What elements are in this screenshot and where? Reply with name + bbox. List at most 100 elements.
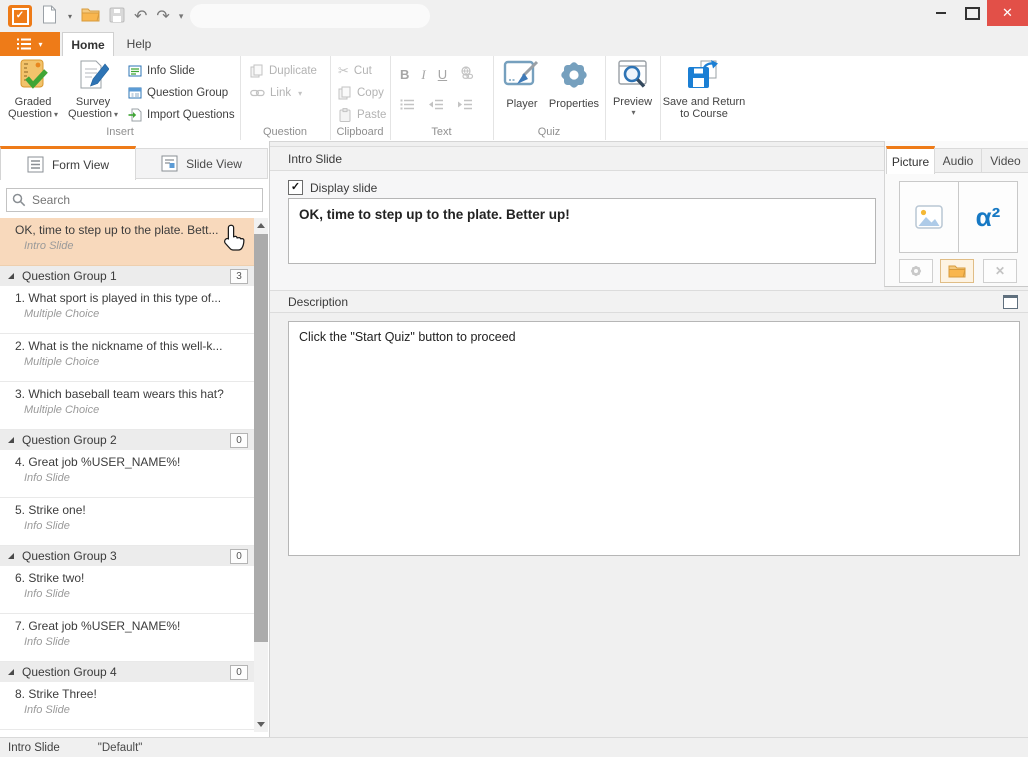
- italic-button[interactable]: I: [421, 67, 425, 83]
- save-icon[interactable]: [109, 7, 125, 26]
- group-row-2[interactable]: Question Group 2 0: [0, 430, 254, 450]
- quick-access-toolbar: ▾ ↶ ↷ ▾: [42, 4, 183, 28]
- list-item-q3[interactable]: 3. Which baseball team wears this hat? M…: [0, 382, 254, 430]
- form-view-icon: [27, 156, 44, 173]
- tab-help[interactable]: Help: [112, 32, 166, 56]
- remove-picture-button[interactable]: ✕: [983, 259, 1017, 283]
- preview-icon: [616, 59, 650, 91]
- list-item-q7[interactable]: 7. Great job %USER_NAME%! Info Slide: [0, 614, 254, 662]
- list-item-q8[interactable]: 8. Strike Three! Info Slide: [0, 682, 254, 730]
- duplicate-button[interactable]: Duplicate: [250, 61, 317, 81]
- collapse-triangle-icon[interactable]: [8, 273, 14, 279]
- section-title: Intro Slide: [288, 152, 342, 166]
- status-slide-type: Intro Slide: [8, 742, 60, 754]
- preview-button[interactable]: Preview ▾: [607, 59, 658, 117]
- application-menu-button[interactable]: ▾: [0, 32, 60, 56]
- close-icon: ✕: [1002, 5, 1013, 21]
- list-item-q2[interactable]: 2. What is the nickname of this well-k..…: [0, 334, 254, 382]
- group-row-3[interactable]: Question Group 3 0: [0, 546, 254, 566]
- equation-icon: α²: [976, 202, 1001, 233]
- intro-slide-text-field[interactable]: OK, time to step up to the plate. Better…: [288, 198, 876, 264]
- tab-video[interactable]: Video: [981, 148, 1028, 173]
- customize-toolbar-icon[interactable]: ▾: [179, 11, 184, 22]
- decrease-indent-button[interactable]: [428, 98, 444, 114]
- list-item-q6[interactable]: 6. Strike two! Info Slide: [0, 566, 254, 614]
- paste-button[interactable]: Paste: [338, 105, 386, 125]
- group-row-1[interactable]: Question Group 1 3: [0, 266, 254, 286]
- tab-form-view[interactable]: Form View: [0, 146, 136, 180]
- add-picture-button[interactable]: [899, 181, 959, 253]
- collapse-triangle-icon[interactable]: [8, 669, 14, 675]
- search-icon: [12, 193, 26, 207]
- tab-home[interactable]: Home: [62, 32, 114, 57]
- ribbon-group-quiz: Player Properties Quiz: [493, 56, 606, 140]
- new-document-caret-icon[interactable]: ▾: [68, 12, 72, 21]
- group-row-4[interactable]: Question Group 4 0: [0, 662, 254, 682]
- status-bar: Intro Slide "Default": [0, 737, 1028, 757]
- intro-slide-panel: ✓ Display slide OK, time to step up to t…: [270, 171, 884, 290]
- underline-button[interactable]: U: [438, 67, 447, 82]
- dropdown-caret-icon: ▾: [298, 89, 302, 98]
- info-slide-button[interactable]: Info Slide: [128, 61, 195, 81]
- scroll-down-icon[interactable]: [257, 722, 265, 727]
- picture-settings-button[interactable]: [899, 259, 933, 283]
- import-questions-button[interactable]: Import Questions: [128, 105, 235, 125]
- bullet-list-button[interactable]: [400, 98, 415, 114]
- decrease-indent-icon: [428, 98, 444, 111]
- menu-caret-icon: ▾: [38, 40, 42, 49]
- tab-slide-view[interactable]: Slide View: [135, 148, 268, 179]
- minimize-button[interactable]: [925, 0, 957, 26]
- display-slide-checkbox[interactable]: ✓: [288, 180, 303, 195]
- maximize-button[interactable]: [957, 0, 987, 26]
- duplicate-icon: [250, 64, 264, 78]
- document-title-area: [190, 4, 430, 28]
- minimize-icon: [936, 12, 946, 14]
- tab-audio[interactable]: Audio: [934, 148, 982, 173]
- properties-button[interactable]: Properties: [545, 59, 603, 110]
- open-folder-icon[interactable]: [81, 7, 100, 25]
- list-item-q1[interactable]: 1. What sport is played in this type of.…: [0, 286, 254, 334]
- scrollbar-thumb[interactable]: [254, 234, 268, 642]
- collapse-triangle-icon[interactable]: [8, 553, 14, 559]
- ribbon-group-clipboard: ✂ Cut Copy Paste Clipboard: [330, 56, 391, 140]
- hyperlink-button[interactable]: [459, 66, 474, 83]
- collapse-triangle-icon[interactable]: [8, 437, 14, 443]
- new-document-icon[interactable]: [42, 5, 57, 27]
- graded-question-button[interactable]: Graded Question▾: [4, 59, 62, 121]
- scroll-up-icon[interactable]: [257, 223, 265, 228]
- quizmaker-window: ✓ ▾ ↶ ↷ ▾ ✕ ▾ Home Help: [0, 0, 1028, 757]
- increase-indent-button[interactable]: [457, 98, 473, 114]
- display-slide-checkbox-row[interactable]: ✓ Display slide: [288, 180, 377, 195]
- hyperlink-icon: [459, 66, 474, 80]
- expand-description-button[interactable]: [1003, 295, 1018, 309]
- survey-question-button[interactable]: Survey Question▾: [64, 59, 122, 121]
- remove-icon: ✕: [995, 264, 1005, 278]
- cut-button[interactable]: ✂ Cut: [338, 61, 372, 81]
- list-item-q5[interactable]: 5. Strike one! Info Slide: [0, 498, 254, 546]
- list-item-q4[interactable]: 4. Great job %USER_NAME%! Info Slide: [0, 450, 254, 498]
- list-item-intro-slide[interactable]: OK, time to step up to the plate. Bett..…: [0, 218, 254, 266]
- save-and-return-button[interactable]: Save and Return to Course: [662, 59, 746, 120]
- properties-icon: [556, 59, 592, 93]
- undo-icon[interactable]: ↶: [134, 6, 147, 26]
- bold-button[interactable]: B: [400, 67, 409, 82]
- tab-picture[interactable]: Picture: [886, 146, 935, 174]
- count-badge: 0: [230, 549, 248, 564]
- count-badge: 3: [230, 269, 248, 284]
- copy-button[interactable]: Copy: [338, 83, 384, 103]
- redo-icon[interactable]: ↷: [156, 6, 169, 26]
- link-button[interactable]: Link ▾: [250, 83, 302, 103]
- ribbon-group-save-return: Save and Return to Course: [660, 56, 748, 140]
- player-icon: [503, 59, 541, 93]
- question-group-button[interactable]: Question Group: [128, 83, 228, 103]
- player-button[interactable]: Player: [497, 59, 547, 110]
- close-button[interactable]: ✕: [987, 0, 1028, 26]
- description-text-field[interactable]: Click the "Start Quiz" button to proceed: [288, 321, 1020, 556]
- browse-picture-button[interactable]: [940, 259, 974, 283]
- list-scrollbar[interactable]: [254, 218, 268, 732]
- search-input[interactable]: [30, 192, 262, 208]
- add-equation-button[interactable]: α²: [958, 181, 1018, 253]
- dropdown-caret-icon: ▾: [54, 110, 58, 119]
- search-box[interactable]: [6, 188, 263, 212]
- list-item-q9[interactable]: 9. Great job %USER_NAME%! Info Slide: [0, 730, 254, 732]
